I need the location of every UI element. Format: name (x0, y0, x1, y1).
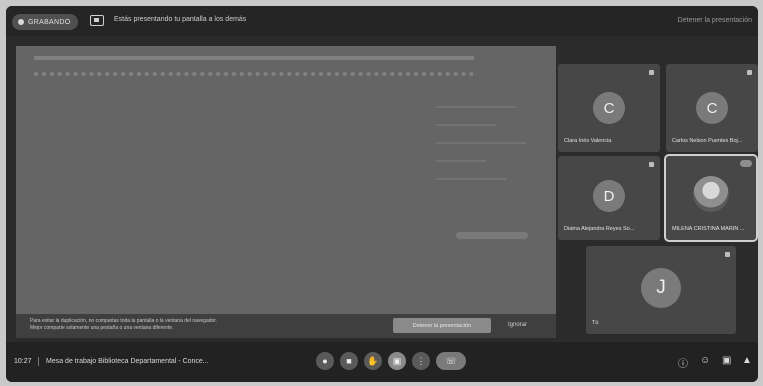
participant-photo (693, 176, 729, 212)
participant-tile[interactable]: C Clara Inés Valencia (558, 64, 660, 152)
recording-badge: GRABANDO (12, 14, 79, 30)
presenting-status-text: Estás presentando tu pantalla a los demá… (114, 16, 247, 23)
participant-avatar: C (593, 92, 625, 124)
meeting-title: Mesa de trabajo Biblioteca Departamental… (46, 358, 209, 365)
shared-scrollbar (456, 232, 528, 239)
self-view-tile[interactable]: J Tú (586, 246, 736, 334)
participant-tile[interactable]: D Diatna Alejandra Reyes So... (558, 156, 660, 240)
warning-line-2: Mejor comparte solamente una pestaña o u… (30, 325, 174, 331)
raise-hand-icon[interactable]: ✋ (364, 352, 382, 370)
warning-text: Para evitar la duplicación, no compartas… (30, 318, 330, 332)
participant-name: Carlos Nelson Puentes Boj... (672, 138, 743, 144)
participant-tile-active-speaker[interactable]: MILENA CRISTINA MARIN ... (664, 154, 758, 242)
participant-avatar: C (696, 92, 728, 124)
top-bar: GRABANDO Estás presentando tu pantalla a… (6, 6, 758, 36)
document-side-panel (436, 106, 536, 276)
side-panel-line (436, 106, 516, 108)
document-body (76, 94, 386, 103)
bottom-bar: 10:27 Mesa de trabajo Biblioteca Departa… (6, 342, 758, 382)
recording-label: GRABANDO (28, 18, 71, 26)
mic-off-icon (725, 252, 730, 257)
participant-name: MILENA CRISTINA MARIN ... (672, 226, 745, 232)
shared-screen (16, 46, 556, 314)
mic-icon[interactable]: ● (316, 352, 334, 370)
duplication-warning-bar: Para evitar la duplicación, no compartas… (16, 314, 556, 338)
divider (38, 357, 39, 366)
speaking-indicator-icon (740, 160, 752, 167)
mic-off-icon (649, 162, 654, 167)
participant-name: Diatna Alejandra Reyes So... (564, 226, 635, 232)
present-now-icon[interactable]: ▣ (388, 352, 406, 370)
end-call-icon[interactable]: ☏ (436, 352, 466, 370)
side-panel-line (436, 124, 496, 126)
info-icon[interactable]: ⓘ (678, 355, 688, 370)
participant-avatar: D (593, 180, 625, 212)
chat-icon[interactable]: ▣ (722, 355, 731, 366)
stop-presenting-link[interactable]: Detener la presentación (678, 17, 752, 24)
meet-window: GRABANDO Estás presentando tu pantalla a… (6, 6, 758, 382)
document-heading-blur (34, 56, 474, 76)
side-panel-line (436, 142, 526, 144)
record-dot-icon (18, 19, 24, 25)
clock: 10:27 (14, 358, 32, 365)
participant-name: Tú (592, 320, 599, 326)
more-options-icon[interactable]: ⋮ (412, 352, 430, 370)
side-panel-line (436, 160, 486, 162)
present-screen-icon (90, 15, 104, 26)
warning-line-1: Para evitar la duplicación, no compartas… (30, 318, 218, 324)
participant-name: Clara Inés Valencia (564, 138, 612, 144)
participant-avatar: J (641, 268, 681, 308)
side-panel-line (436, 178, 506, 180)
ignore-button[interactable]: Ignorar (508, 322, 527, 328)
participant-tile[interactable]: C Carlos Nelson Puentes Boj... (666, 64, 758, 152)
camera-icon[interactable]: ■ (340, 352, 358, 370)
mic-off-icon (747, 70, 752, 75)
activities-icon[interactable]: ▲ (742, 355, 752, 366)
people-icon[interactable]: ☺ (700, 355, 710, 366)
mic-off-icon (649, 70, 654, 75)
stop-presenting-button[interactable]: Detener la presentación (393, 318, 491, 333)
